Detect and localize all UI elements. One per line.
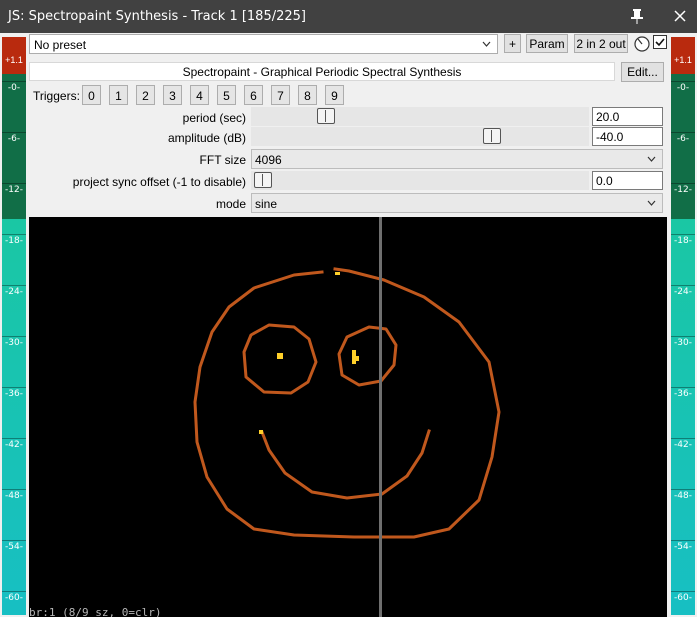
chevron-down-icon [482, 41, 491, 47]
highlight-mark [277, 353, 283, 359]
meter-tick: -36- [2, 387, 26, 399]
amplitude-slider-thumb[interactable] [483, 128, 501, 144]
chevron-down-icon [647, 156, 656, 162]
meter-tick: -42- [671, 438, 695, 450]
clip-indicator[interactable]: +1.1 [2, 37, 26, 74]
trigger-button-7[interactable]: 7 [271, 85, 290, 105]
close-icon[interactable] [670, 6, 690, 26]
output-level-meter: +1.1 -0- -6- -12- -18- -24- -30- -36- -4… [671, 37, 695, 615]
pin-icon[interactable] [628, 7, 646, 25]
fft-size-dropdown[interactable]: 4096 [251, 149, 663, 169]
spectral-paint-canvas[interactable]: br:1 (8/9 sz, 0=clr) [29, 217, 667, 617]
mouth-stroke [260, 429, 431, 500]
meter-tick: -42- [2, 438, 26, 450]
trigger-button-0[interactable]: 0 [82, 85, 101, 105]
io-routing-button[interactable]: 2 in 2 out [574, 34, 628, 53]
mode-dropdown[interactable]: sine [251, 193, 663, 213]
meter-tick: -24- [2, 285, 26, 297]
period-label: period (sec) [182, 111, 246, 125]
highlight-mark [352, 350, 356, 364]
amplitude-label: amplitude (dB) [167, 131, 246, 145]
input-level-meter: +1.1 -0- -6- -12- -18- -24- -30- -36- -4… [2, 37, 26, 615]
meter-tick: -18- [671, 234, 695, 246]
meter-tick: -30- [2, 336, 26, 348]
preset-value: No preset [34, 38, 87, 52]
plugin-name-bar: Spectropaint - Graphical Periodic Spectr… [29, 62, 615, 81]
triggers-label: Triggers: [33, 89, 80, 103]
sync-offset-slider[interactable] [251, 171, 589, 190]
highlight-mark [356, 356, 359, 361]
param-button[interactable]: Param [526, 34, 568, 53]
edit-button[interactable]: Edit... [621, 62, 664, 82]
title-bar: JS: Spectropaint Synthesis - Track 1 [18… [0, 0, 697, 33]
meter-tick: -48- [671, 489, 695, 501]
meter-tick: -0- [671, 81, 695, 93]
trigger-button-1[interactable]: 1 [109, 85, 128, 105]
trigger-button-3[interactable]: 3 [163, 85, 182, 105]
bypass-checkbox[interactable] [653, 35, 667, 49]
fft-size-label: FFT size [199, 153, 246, 167]
trigger-button-6[interactable]: 6 [244, 85, 263, 105]
add-preset-button[interactable]: + [504, 34, 521, 53]
meter-tick: -30- [671, 336, 695, 348]
period-value-field[interactable]: 20.0 [592, 107, 663, 126]
window-title: JS: Spectropaint Synthesis - Track 1 [18… [8, 9, 306, 24]
meter-tick: -0- [2, 81, 26, 93]
amplitude-value-field[interactable]: -40.0 [592, 127, 663, 146]
meter-tick: -12- [2, 183, 26, 195]
meter-tick: -60- [671, 591, 695, 603]
meter-tick: -18- [2, 234, 26, 246]
wet-knob-icon[interactable] [633, 35, 651, 53]
trigger-button-9[interactable]: 9 [325, 85, 344, 105]
playhead-line [379, 217, 382, 617]
plugin-name: Spectropaint - Graphical Periodic Spectr… [182, 65, 462, 79]
meter-tick: -54- [671, 540, 695, 552]
meter-tick: -24- [671, 285, 695, 297]
preset-dropdown[interactable]: No preset [29, 34, 498, 54]
chevron-down-icon [647, 200, 656, 206]
sync-offset-slider-thumb[interactable] [254, 172, 272, 188]
painted-drawing [193, 217, 501, 617]
trigger-button-8[interactable]: 8 [298, 85, 317, 105]
highlight-mark [259, 430, 263, 434]
meter-tick: -6- [671, 132, 695, 144]
mode-label: mode [215, 197, 246, 211]
meter-tick: -60- [2, 591, 26, 603]
right-eye-stroke [337, 325, 398, 387]
checkmark-icon [655, 38, 665, 47]
meter-tick: -36- [671, 387, 695, 399]
trigger-button-5[interactable]: 5 [217, 85, 236, 105]
sync-offset-label: project sync offset (-1 to disable) [72, 175, 246, 189]
clip-indicator[interactable]: +1.1 [671, 37, 695, 74]
sync-offset-value-field[interactable]: 0.0 [592, 171, 663, 190]
trigger-button-4[interactable]: 4 [190, 85, 209, 105]
highlight-mark [335, 272, 340, 275]
meter-tick: -6- [2, 132, 26, 144]
meter-tick: -48- [2, 489, 26, 501]
amplitude-slider[interactable] [251, 127, 589, 146]
meter-tick: -54- [2, 540, 26, 552]
period-slider[interactable] [251, 107, 589, 126]
period-slider-thumb[interactable] [317, 108, 335, 124]
trigger-button-2[interactable]: 2 [136, 85, 155, 105]
meter-tick: -12- [671, 183, 695, 195]
brush-status-text: br:1 (8/9 sz, 0=clr) [29, 606, 162, 617]
